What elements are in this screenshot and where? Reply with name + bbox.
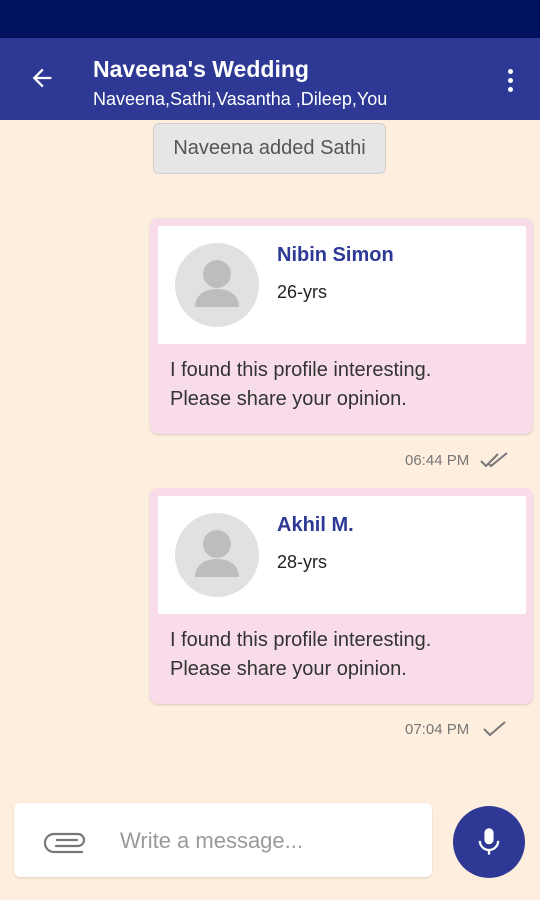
more-options-button[interactable] [498, 60, 522, 100]
arrow-left-icon [32, 68, 52, 88]
profile-age: 28-yrs [277, 552, 328, 572]
message-text: I found this profile interesting. Please… [170, 629, 432, 680]
avatar [175, 243, 259, 327]
single-check-icon [483, 721, 506, 737]
profile-card[interactable]: Akhil M. 28-yrs [158, 496, 526, 614]
message-time: 07:04 PM [405, 720, 470, 738]
microphone-icon [478, 828, 500, 855]
voice-record-button[interactable] [453, 806, 525, 878]
message-time: 06:44 PM [405, 451, 470, 469]
person-placeholder-icon [195, 260, 239, 307]
shared-profile-message[interactable]: Akhil M. 28-yrs I found this profile int… [150, 488, 533, 704]
app-bar: Naveena's Wedding Naveena,Sathi,Vasantha… [0, 38, 540, 120]
message-composer [14, 803, 432, 877]
profile-name[interactable]: Nibin Simon [277, 244, 394, 267]
avatar [175, 513, 259, 597]
person-placeholder-icon [195, 530, 239, 577]
attach-button[interactable] [42, 828, 88, 854]
message-meta: 07:04 PM [405, 719, 509, 739]
system-message: Naveena added Sathi [153, 123, 386, 174]
double-check-icon [480, 452, 508, 468]
profile-card[interactable]: Nibin Simon 26-yrs [158, 226, 526, 344]
chat-title[interactable]: Naveena's Wedding [93, 56, 309, 83]
message-meta: 06:44 PM [405, 450, 511, 470]
more-vert-icon [507, 68, 513, 74]
chat-members[interactable]: Naveena,Sathi,Vasantha ,Dileep,You [93, 89, 387, 110]
status-bar [0, 0, 540, 38]
profile-age: 26-yrs [277, 282, 328, 302]
message-text: I found this profile interesting. Please… [170, 359, 432, 410]
back-button[interactable] [22, 58, 62, 98]
shared-profile-message[interactable]: Nibin Simon 26-yrs I found this profile … [150, 218, 533, 434]
paperclip-icon [43, 832, 86, 854]
profile-name[interactable]: Akhil M. [277, 514, 354, 537]
message-input[interactable] [118, 821, 412, 861]
